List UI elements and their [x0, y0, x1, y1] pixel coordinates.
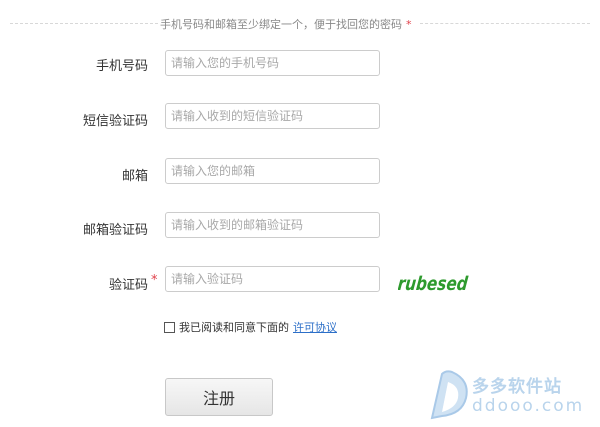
required-mark: *: [406, 18, 412, 31]
divider-left: [10, 23, 158, 24]
ddooo-logo-icon: [430, 370, 468, 420]
email-code-input[interactable]: [165, 212, 380, 238]
divider-right: [420, 23, 590, 24]
bind-notice-message: 手机号码和邮箱至少绑定一个，便于找回您的密码: [160, 18, 402, 31]
watermark-url: ddooo.com: [472, 396, 585, 416]
captcha-label: 验证码: [108, 278, 148, 293]
agreement-text: 我已阅读和同意下面的: [179, 321, 289, 334]
email-code-label: 邮箱验证码: [82, 223, 148, 238]
agree-checkbox[interactable]: [164, 321, 175, 333]
bind-notice-text: 手机号码和邮箱至少绑定一个，便于找回您的密码 *: [160, 16, 412, 32]
sms-code-input[interactable]: [165, 103, 380, 129]
email-label: 邮箱: [121, 169, 148, 184]
captcha-input[interactable]: [165, 266, 380, 292]
watermark-title: 多多软件站: [472, 377, 562, 397]
phone-label: 手机号码: [95, 59, 148, 74]
sms-code-label: 短信验证码: [82, 114, 148, 129]
agreement-row: 我已阅读和同意下面的 许可协议: [164, 319, 337, 335]
register-button[interactable]: 注册: [165, 378, 273, 416]
phone-input[interactable]: [165, 50, 380, 76]
captcha-text: rubesed: [398, 273, 469, 294]
captcha-image[interactable]: rubesed: [398, 272, 470, 294]
email-input[interactable]: [165, 158, 380, 184]
site-watermark: 多多软件站 ddooo.com: [428, 368, 596, 422]
license-agreement-link[interactable]: 许可协议: [293, 319, 337, 335]
captcha-required-mark: *: [151, 273, 158, 288]
registration-page: 手机号码和邮箱至少绑定一个，便于找回您的密码 * 手机号码 短信验证码 邮箱 邮箱…: [0, 0, 600, 427]
bind-notice: 手机号码和邮箱至少绑定一个，便于找回您的密码 *: [0, 13, 600, 33]
